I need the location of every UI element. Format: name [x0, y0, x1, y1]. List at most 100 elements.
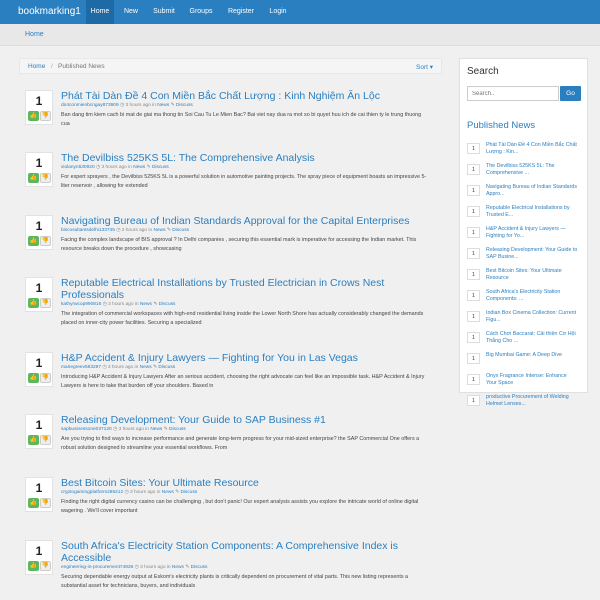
news-meta: violanyn530920 ◷ 3 hours ago in News ✎ D… [61, 165, 169, 170]
comment-icon: ✎ [166, 228, 171, 233]
news-time: 3 hours ago in [107, 365, 139, 370]
published-link[interactable]: Onyx Fragrance Intense: Enhance Your Spa… [486, 373, 578, 387]
published-count: 1 [467, 143, 480, 154]
published-link[interactable]: South Africa's Electricity Station Compo… [486, 289, 578, 303]
news-author[interactable]: cryptogamingplatform286212 [61, 490, 123, 495]
nav-login[interactable]: Login [263, 0, 293, 24]
vote-box: 1 👍 👎 [25, 215, 53, 250]
nav-new[interactable]: New [117, 0, 145, 24]
news-title[interactable]: Reputable Electrical Installations by Tr… [61, 277, 433, 301]
thumbs-up-icon[interactable]: 👍 [28, 111, 39, 121]
thumbs-up-icon[interactable]: 👍 [28, 236, 39, 246]
nav-submit[interactable]: Submit [147, 0, 181, 24]
thumbs-down-icon[interactable]: 👎 [40, 236, 51, 246]
published-link[interactable]: productive Procurement of Welding Helmet… [486, 394, 578, 408]
published-link[interactable]: Releasing Development: Your Guide to SAP… [486, 247, 578, 261]
thumbs-down-icon[interactable]: 👎 [40, 435, 51, 445]
news-title[interactable]: Phát Tài Dàn Đề 4 Con Miền Bắc Chất Lượn… [61, 90, 433, 102]
news-author[interactable]: sapbusinessone037120 [61, 427, 112, 432]
thumbs-down-icon[interactable]: 👎 [40, 298, 51, 308]
published-link[interactable]: Best Bitcoin Sites: Your Ultimate Resour… [486, 268, 578, 282]
breadcrumb-separator: / [51, 63, 53, 70]
nav-home[interactable]: Home [86, 0, 114, 24]
news-category[interactable]: News [140, 302, 152, 307]
published-count: 1 [467, 185, 480, 196]
news-author[interactable]: kathyrwcop990816 [61, 302, 101, 307]
thumbs-up-icon[interactable]: 👍 [28, 173, 39, 183]
search-input[interactable] [467, 86, 559, 101]
published-link[interactable]: Big Mumbai Game: A Deep Dive [486, 352, 578, 359]
news-discuss[interactable]: Discuss [176, 103, 193, 108]
news-category[interactable]: News [150, 427, 162, 432]
vote-count: 1 [35, 356, 43, 370]
news-author[interactable]: dn4conmienbcngay873909 [61, 103, 119, 108]
thumbs-down-icon[interactable]: 👎 [40, 173, 51, 183]
vote-box: 1 👍 👎 [25, 414, 53, 449]
published-count: 1 [467, 353, 480, 364]
news-description: Securing dependable energy output at Esk… [61, 574, 409, 589]
thumbs-up-icon[interactable]: 👍 [28, 435, 39, 445]
comment-icon: ✎ [175, 490, 180, 495]
clock-icon: ◷ [119, 103, 125, 108]
published-link[interactable]: H&P Accident & Injury Lawyers — Fighting… [486, 226, 578, 240]
sidebar: Search Go Published News 1 Phát Tài Dàn Đ… [459, 58, 588, 407]
news-discuss[interactable]: Discuss [172, 228, 189, 233]
news-category[interactable]: News [172, 565, 184, 570]
news-category[interactable]: News [154, 228, 166, 233]
published-news-title[interactable]: Published News [467, 120, 535, 131]
thumbs-up-icon[interactable]: 👍 [28, 498, 39, 508]
thumbs-up-icon[interactable]: 👍 [28, 561, 39, 571]
thumbs-up-icon[interactable]: 👍 [28, 298, 39, 308]
news-category[interactable]: News [162, 490, 174, 495]
thumbs-up-icon[interactable]: 👍 [28, 373, 39, 383]
nav-groups[interactable]: Groups [184, 0, 218, 24]
thumbs-down-icon[interactable]: 👎 [40, 498, 51, 508]
news-discuss[interactable]: Discuss [158, 365, 175, 370]
news-category[interactable]: News [157, 103, 169, 108]
news-title[interactable]: Releasing Development: Your Guide to SAP… [61, 414, 433, 426]
sort-dropdown[interactable]: Sort ▾ [416, 63, 433, 71]
published-link[interactable]: Indian Box Cinema Collection: Current Fi… [486, 310, 578, 324]
news-author[interactable]: engineering-in-procurement74836 [61, 565, 133, 570]
news-description: The integration of commercial workspaces… [61, 311, 424, 326]
published-link[interactable]: The Devilbiss 525KS 5L: The Comprehensiv… [486, 163, 578, 177]
published-count: 1 [467, 164, 480, 175]
news-title[interactable]: Best Bitcoin Sites: Your Ultimate Resour… [61, 477, 433, 489]
news-discuss[interactable]: Discuss [180, 490, 197, 495]
vote-count: 1 [35, 156, 43, 170]
brand-logo[interactable]: bookmarking1 [18, 6, 81, 17]
nav-register[interactable]: Register [222, 0, 260, 24]
news-title[interactable]: Navigating Bureau of Indian Standards Ap… [61, 215, 433, 227]
news-time: 2 hours ago in [121, 228, 153, 233]
news-discuss[interactable]: Discuss [191, 565, 208, 570]
comment-icon: ✎ [146, 165, 151, 170]
news-author[interactable]: violanyn530920 [61, 165, 95, 170]
vote-count: 1 [35, 94, 43, 108]
thumbs-down-icon[interactable]: 👎 [40, 373, 51, 383]
vote-count: 1 [35, 481, 43, 495]
news-title[interactable]: The Devilbiss 525KS 5L: The Comprehensiv… [61, 152, 433, 164]
news-title[interactable]: H&P Accident & Injury Lawyers — Fighting… [61, 352, 433, 364]
news-discuss[interactable]: Discuss [169, 427, 186, 432]
header-home-link[interactable]: Home [25, 31, 44, 38]
clock-icon: ◷ [102, 365, 107, 370]
breadcrumb-home[interactable]: Home [28, 63, 45, 70]
thumbs-down-icon[interactable]: 👎 [40, 561, 51, 571]
published-link[interactable]: Phát Tài Dàn Đề 4 Con Miền Bắc Chất Lượn… [486, 142, 578, 156]
published-link[interactable]: Navigating Bureau of Indian Standards Ap… [486, 184, 578, 198]
published-link[interactable]: Reputable Electrical Installations by Tr… [486, 205, 578, 219]
clock-icon: ◷ [116, 228, 121, 233]
news-discuss[interactable]: Discuss [159, 302, 176, 307]
news-category[interactable]: News [140, 365, 152, 370]
news-title[interactable]: South Africa's Electricity Station Compo… [61, 540, 433, 564]
news-category[interactable]: News [133, 165, 145, 170]
news-author[interactable]: mariegreev583297 [61, 365, 101, 370]
breadcrumb: Home / Published News Sort ▾ [19, 58, 442, 74]
published-count: 1 [467, 227, 480, 238]
thumbs-down-icon[interactable]: 👎 [40, 111, 51, 121]
news-author[interactable]: biscosultantsdelhi133735 [61, 228, 115, 233]
news-discuss[interactable]: Discuss [152, 165, 169, 170]
published-link[interactable]: Cách Chơi Baccarat: Cải thiện Cơ Hội Thắ… [486, 331, 578, 345]
vote-count: 1 [35, 544, 43, 558]
search-go-button[interactable]: Go [560, 86, 581, 101]
